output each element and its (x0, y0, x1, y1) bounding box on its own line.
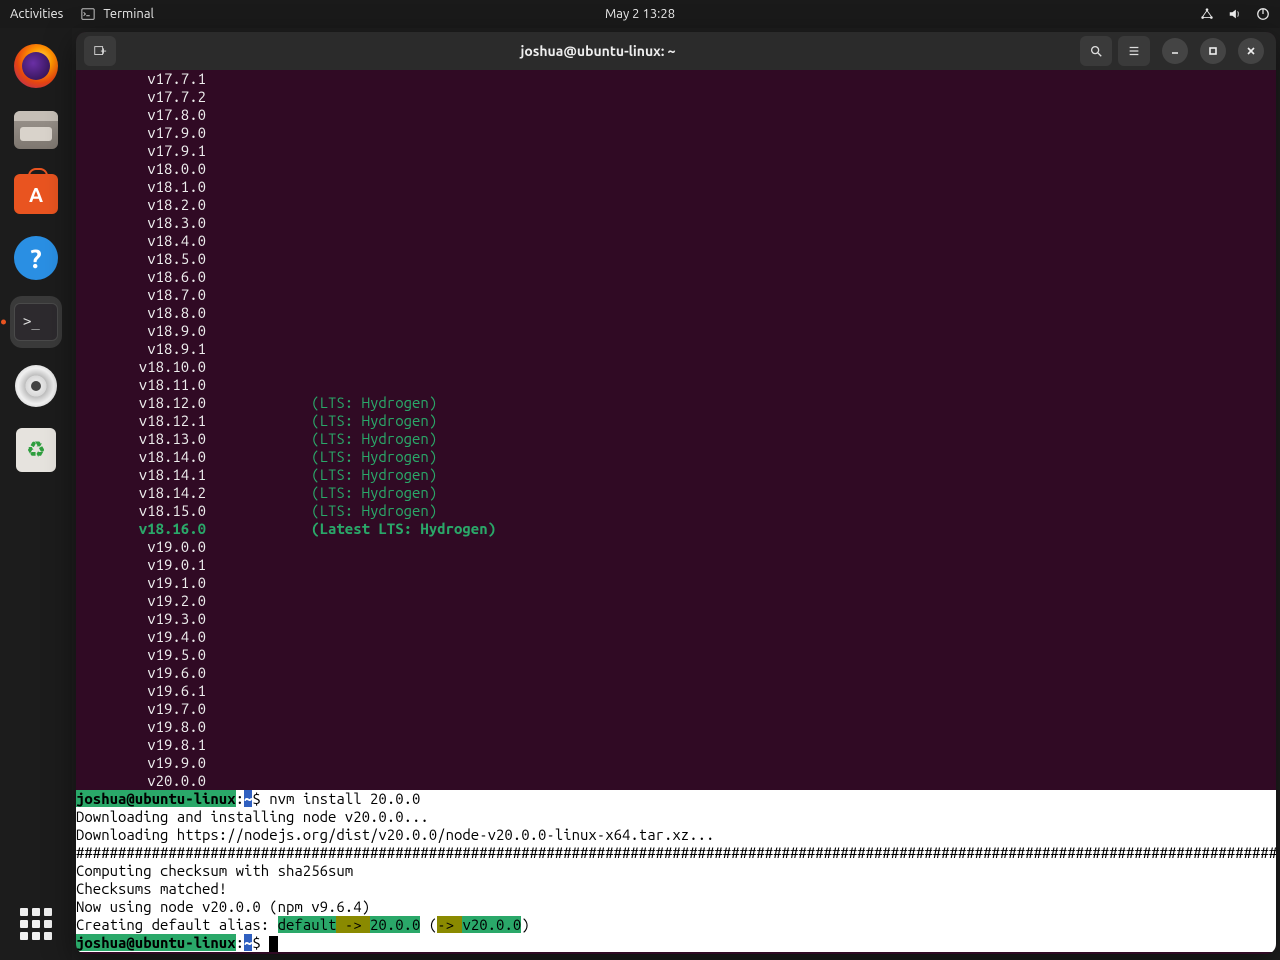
version-row: v18.9.1 (76, 340, 1276, 358)
minimize-button[interactable] (1162, 38, 1188, 64)
version-row: v18.9.0 (76, 322, 1276, 340)
volume-icon[interactable] (1228, 7, 1242, 21)
search-button[interactable] (1080, 36, 1112, 66)
version-row: v18.5.0 (76, 250, 1276, 268)
version-row: v18.13.0 (LTS: Hydrogen) (76, 430, 1276, 448)
window-title: joshua@ubuntu-linux: ~ (122, 43, 1074, 59)
dock-files[interactable] (10, 104, 62, 156)
version-row: v17.8.0 (76, 106, 1276, 124)
new-tab-icon (93, 44, 107, 58)
version-row: v18.11.0 (76, 376, 1276, 394)
version-row: v19.0.1 (76, 556, 1276, 574)
trash-icon (16, 428, 56, 472)
files-icon (14, 111, 58, 149)
help-icon: ? (14, 236, 58, 280)
app-menu-label: Terminal (103, 7, 154, 21)
version-row: v19.5.0 (76, 646, 1276, 664)
version-row: v19.6.1 (76, 682, 1276, 700)
show-applications[interactable] (20, 908, 52, 940)
version-row: v18.12.0 (LTS: Hydrogen) (76, 394, 1276, 412)
terminal-window: joshua@ubuntu-linux: ~ v17.7.1v17.7.2v17… (76, 32, 1276, 954)
version-row: v18.8.0 (76, 304, 1276, 322)
version-row: v18.10.0 (76, 358, 1276, 376)
minimize-icon (1170, 46, 1180, 56)
software-icon (14, 174, 58, 214)
version-row: v18.4.0 (76, 232, 1276, 250)
cursor (269, 936, 278, 952)
new-tab-button[interactable] (84, 36, 116, 66)
search-icon (1089, 44, 1103, 58)
firefox-icon (14, 44, 58, 88)
terminal-menu-icon (81, 7, 95, 21)
close-button[interactable] (1238, 38, 1264, 64)
dock-terminal[interactable]: >_ (10, 296, 62, 348)
terminal-body[interactable]: v17.7.1v17.7.2v17.8.0v17.9.0v17.9.1v18.0… (76, 70, 1276, 954)
version-row: v19.3.0 (76, 610, 1276, 628)
network-icon[interactable] (1200, 7, 1214, 21)
disc-icon (15, 365, 57, 407)
power-icon[interactable] (1256, 7, 1270, 21)
maximize-button[interactable] (1200, 38, 1226, 64)
version-row: v19.8.0 (76, 718, 1276, 736)
version-row: v18.2.0 (76, 196, 1276, 214)
version-row: v18.1.0 (76, 178, 1276, 196)
dock-trash[interactable] (10, 424, 62, 476)
version-row: v17.7.2 (76, 88, 1276, 106)
version-row: v18.14.0 (LTS: Hydrogen) (76, 448, 1276, 466)
maximize-icon (1208, 46, 1218, 56)
activities-button[interactable]: Activities (10, 7, 63, 21)
version-row: v17.9.0 (76, 124, 1276, 142)
version-row: v19.2.0 (76, 592, 1276, 610)
hamburger-icon (1127, 44, 1141, 58)
version-row: v19.7.0 (76, 700, 1276, 718)
terminal-icon: >_ (14, 303, 58, 341)
version-row: v18.14.2 (LTS: Hydrogen) (76, 484, 1276, 502)
terminal-output: joshua@ubuntu-linux:~$ nvm install 20.0.… (76, 790, 1276, 952)
dock-software[interactable] (10, 168, 62, 220)
version-row: v18.16.0 (Latest LTS: Hydrogen) (76, 520, 1276, 538)
clock[interactable]: May 2 13:28 (605, 7, 675, 21)
version-row: v18.14.1 (LTS: Hydrogen) (76, 466, 1276, 484)
close-icon (1246, 46, 1256, 56)
window-titlebar: joshua@ubuntu-linux: ~ (76, 32, 1276, 70)
version-row: v18.6.0 (76, 268, 1276, 286)
version-row: v19.9.0 (76, 754, 1276, 772)
version-row: v17.9.1 (76, 142, 1276, 160)
version-row: v20.0.0 (76, 772, 1276, 790)
hamburger-menu-button[interactable] (1118, 36, 1150, 66)
version-row: v18.3.0 (76, 214, 1276, 232)
app-menu[interactable]: Terminal (81, 7, 154, 21)
version-row: v18.12.1 (LTS: Hydrogen) (76, 412, 1276, 430)
version-row: v19.0.0 (76, 538, 1276, 556)
version-row: v19.8.1 (76, 736, 1276, 754)
version-row: v19.1.0 (76, 574, 1276, 592)
gnome-top-panel: Activities Terminal May 2 13:28 (0, 0, 1280, 28)
version-row: v19.6.0 (76, 664, 1276, 682)
version-row: v18.7.0 (76, 286, 1276, 304)
dock: ? >_ (0, 28, 72, 960)
dock-help[interactable]: ? (10, 232, 62, 284)
version-row: v19.4.0 (76, 628, 1276, 646)
version-row: v18.0.0 (76, 160, 1276, 178)
dock-firefox[interactable] (10, 40, 62, 92)
version-row: v17.7.1 (76, 70, 1276, 88)
dock-disc[interactable] (10, 360, 62, 412)
version-row: v18.15.0 (LTS: Hydrogen) (76, 502, 1276, 520)
